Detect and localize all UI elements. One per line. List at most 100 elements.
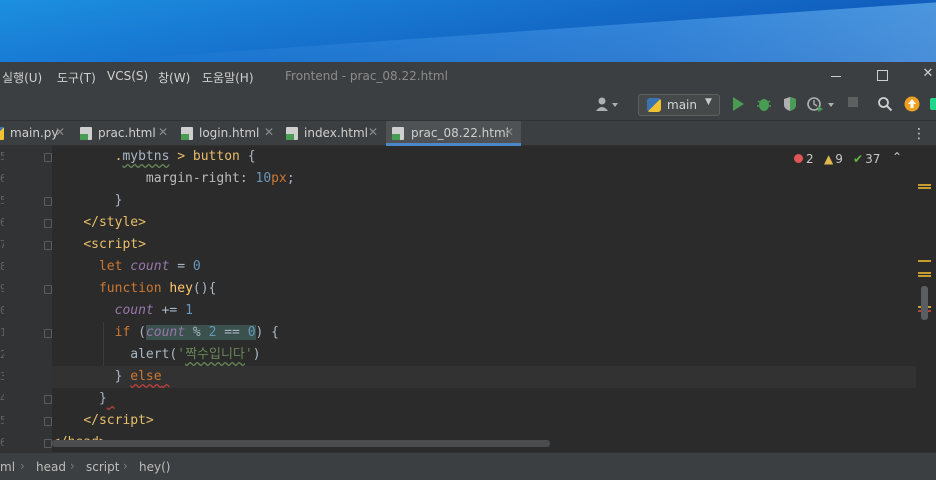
code-line-current: } else [52,366,916,388]
search-icon[interactable] [876,96,894,114]
close-icon[interactable]: ✕ [264,125,274,139]
python-icon [647,98,661,112]
minimize-button[interactable] [826,66,846,86]
run-config-label: main [667,98,697,112]
toolbar: main ▼ [0,90,936,120]
close-icon[interactable]: ✕ [368,125,378,139]
line-number: 2 [0,348,4,361]
fold-marker[interactable] [44,285,52,294]
breadcrumb-item[interactable]: script [86,460,119,474]
menu-tools[interactable]: 도구(T) [57,69,96,86]
python-file-icon [0,127,4,140]
breadcrumb-item[interactable]: hey() [139,460,170,474]
tab-main-py[interactable]: main.py ✕ [0,121,67,146]
tab-label: prac_08.22.html [411,126,510,140]
close-icon[interactable]: ✕ [158,125,168,139]
fold-marker[interactable] [44,439,52,448]
editor-gutter: 5 6 5 6 7 8 9 0 1 2 3 4 5 6 [0,146,52,452]
tab-login-html[interactable]: login.html ✕ [181,121,276,146]
tab-label: login.html [199,126,260,140]
menu-bar: 실행(U) 도구(T) VCS(S) 창(W) 도움말(H) Frontend … [0,62,936,90]
fold-marker[interactable] [44,197,52,206]
fold-marker[interactable] [44,395,52,404]
maximize-button[interactable] [872,66,892,86]
user-icon[interactable] [594,96,620,114]
tab-prac-08-22-html[interactable]: prac_08.22.html ✕ [386,121,521,146]
run-config-dropdown[interactable]: main ▼ [638,94,720,116]
editor-tabs: main.py ✕ prac.html ✕ login.html ✕ index… [0,120,936,146]
line-number: 3 [0,370,4,383]
code-line: alert('짝수입니다') [52,347,261,362]
ide-window: 실행(U) 도구(T) VCS(S) 창(W) 도움말(H) Frontend … [0,62,936,480]
code-line: </script> [83,413,154,428]
tab-index-html[interactable]: index.html ✕ [286,121,382,146]
warning-count[interactable]: ▲ 9 [824,152,843,166]
fold-marker[interactable] [44,219,52,228]
breadcrumb: ml › head › script › hey() [0,452,936,480]
breadcrumb-item[interactable]: ml [0,460,15,474]
vertical-scrollbar[interactable] [921,286,928,320]
stop-icon[interactable] [846,96,860,114]
fold-marker[interactable] [44,241,52,250]
menu-run[interactable]: 실행(U) [2,69,42,86]
fold-marker[interactable] [44,329,52,338]
code-line: margin-right: 10px; [145,171,295,186]
chevron-up-icon[interactable]: ⌃ [892,150,902,164]
tab-label: main.py [10,126,59,140]
debug-icon[interactable] [756,96,772,114]
fold-marker[interactable] [44,417,52,426]
line-number: 6 [0,216,4,229]
window-title: Frontend - prac_08.22.html [285,69,448,83]
run-icon[interactable] [730,96,746,114]
menu-window[interactable]: 창(W) [158,69,190,86]
line-number: 5 [0,194,4,207]
ok-count[interactable]: ✔ 37 [853,152,880,166]
code-line: function hey(){ [98,281,217,296]
line-number: 0 [0,304,4,317]
tab-prac-html[interactable]: prac.html ✕ [80,121,170,146]
line-number: 8 [0,260,4,273]
desktop-background [0,0,936,62]
horizontal-scrollbar[interactable] [52,440,550,447]
line-number: 9 [0,282,4,295]
code-line: } [52,391,107,406]
error-count[interactable]: 2 [794,152,814,166]
menu-vcs[interactable]: VCS(S) [107,69,148,83]
profile-icon[interactable] [806,96,836,114]
line-number: 1 [0,326,4,339]
breadcrumb-item[interactable]: head [36,460,66,474]
code-line: count += 1 [114,303,193,318]
breadcrumb-separator-icon: › [70,459,75,473]
html-file-icon [181,127,193,140]
line-number: 6 [0,172,4,185]
more-tabs-icon[interactable]: ⋮ [912,125,926,143]
chevron-down-icon: ▼ [705,97,712,107]
close-icon[interactable]: ✕ [504,125,514,139]
code-line: </style> [83,215,146,230]
menu-help[interactable]: 도움말(H) [202,69,254,86]
coverage-icon[interactable] [782,96,798,114]
warning-icon: ▲ [824,152,834,166]
html-file-icon [286,127,298,140]
error-icon [794,154,803,163]
line-number: 5 [0,414,4,427]
code-editor[interactable]: 5 6 5 6 7 8 9 0 1 2 3 4 5 6 .mybtns > bu… [0,146,936,452]
breadcrumb-separator-icon: › [20,459,25,473]
close-window-button[interactable]: ✕ [918,66,936,86]
toolbox-icon[interactable] [928,96,936,114]
breadcrumb-separator-icon: › [123,459,128,473]
code-line: if (count % 2 == 0) { [114,325,280,340]
tab-label: index.html [304,126,368,140]
line-number: 4 [0,392,4,405]
code-line: <script> [83,237,146,252]
line-number: 5 [0,150,4,163]
fold-marker[interactable] [44,153,52,162]
code-area[interactable]: .mybtns > button { margin-right: 10px; }… [52,146,916,452]
close-icon[interactable]: ✕ [55,125,65,139]
html-file-icon [80,127,92,140]
code-line: } [52,193,123,208]
update-icon[interactable] [903,96,921,114]
tab-label: prac.html [98,126,156,140]
line-number: 7 [0,238,4,251]
code-line: let count = 0 [98,259,201,274]
